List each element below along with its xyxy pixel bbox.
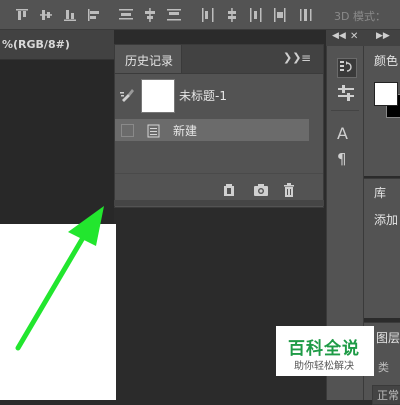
history-brush-icon[interactable] (119, 87, 135, 103)
collapse-arrows-icon[interactable]: ◀◀ (332, 31, 346, 41)
tab-history[interactable]: 历史记录 (115, 45, 182, 73)
new-document-from-state-icon[interactable] (221, 182, 237, 198)
paragraph-icon[interactable]: ¶ (337, 150, 355, 168)
character-icon[interactable]: A (337, 124, 355, 143)
align-left-icon[interactable] (86, 7, 102, 23)
watermark-logo: 百科全说 助你轻松解决 (276, 326, 374, 376)
document-canvas[interactable] (0, 224, 116, 400)
snapshot-name: 未标题-1 (179, 89, 227, 103)
distribute-left-icon[interactable] (248, 7, 264, 23)
align-top-icon[interactable] (14, 7, 30, 23)
library-add-text[interactable]: 添加 (374, 211, 398, 228)
double-chevron-right-icon[interactable]: ❯❯ (283, 51, 301, 64)
align-bottom-icon[interactable] (62, 7, 78, 23)
document-icon (147, 123, 160, 138)
distribute-vcenter-icon[interactable] (200, 7, 216, 23)
history-state-label: 新建 (173, 124, 198, 138)
history-state-row[interactable]: 新建 (115, 119, 309, 141)
history-panel-title: 历史记录 (125, 54, 174, 68)
watermark-title: 百科全说 (288, 339, 360, 359)
history-panel: 历史记录 ❯❯ ≡ 未标题-1 新建 (114, 44, 324, 208)
distribute-hcenter-icon[interactable] (272, 7, 288, 23)
align-hcenter-icon[interactable] (118, 7, 134, 23)
tab-libraries[interactable]: 库 (374, 184, 386, 201)
strip-divider (331, 110, 359, 111)
distribute-top-icon[interactable] (166, 7, 182, 23)
align-right-icon[interactable] (142, 7, 158, 23)
panel-menu-icon[interactable]: ≡ (301, 51, 311, 65)
tab-layers[interactable]: 图层 (376, 329, 400, 346)
distribute-bottom-icon[interactable] (224, 7, 240, 23)
color-panel: 颜色 (364, 46, 400, 176)
document-tab-label: %(RGB/8#) (2, 38, 70, 51)
libraries-panel: 库 添加 (364, 178, 400, 318)
tab-color[interactable]: 颜色 (374, 52, 398, 69)
camera-icon[interactable] (253, 182, 269, 198)
history-panel-resize-handle[interactable] (114, 200, 324, 206)
trash-icon[interactable] (281, 182, 297, 198)
tool-strip-header: ◀◀ ✕ (326, 30, 364, 46)
blend-mode-select[interactable]: 正常 (372, 385, 400, 405)
collapse-arrows-icon[interactable]: ▶▶ (376, 31, 390, 41)
snapshot-thumbnail[interactable] (141, 79, 175, 113)
auto-align-icon[interactable] (298, 7, 314, 23)
document-tab[interactable]: %(RGB/8#) (0, 30, 114, 60)
actions-icon[interactable] (337, 84, 355, 102)
state-checkbox[interactable] (121, 124, 134, 137)
mode-3d-label: 3D 模式： (334, 10, 386, 23)
align-vcenter-icon[interactable] (38, 7, 54, 23)
options-bar: 3D 模式： (0, 0, 400, 30)
foreground-color-swatch[interactable] (374, 82, 398, 106)
snapshot-row[interactable]: 未标题-1 (115, 75, 323, 115)
right-dock-header: ▶▶ (364, 30, 400, 46)
watermark-subtitle: 助你轻松解决 (294, 361, 354, 372)
history-icon[interactable] (337, 58, 357, 78)
history-panel-header: 历史记录 ❯❯ ≡ (115, 45, 323, 74)
layers-filter-type[interactable]: 类 (378, 359, 389, 375)
close-icon[interactable]: ✕ (350, 31, 358, 42)
